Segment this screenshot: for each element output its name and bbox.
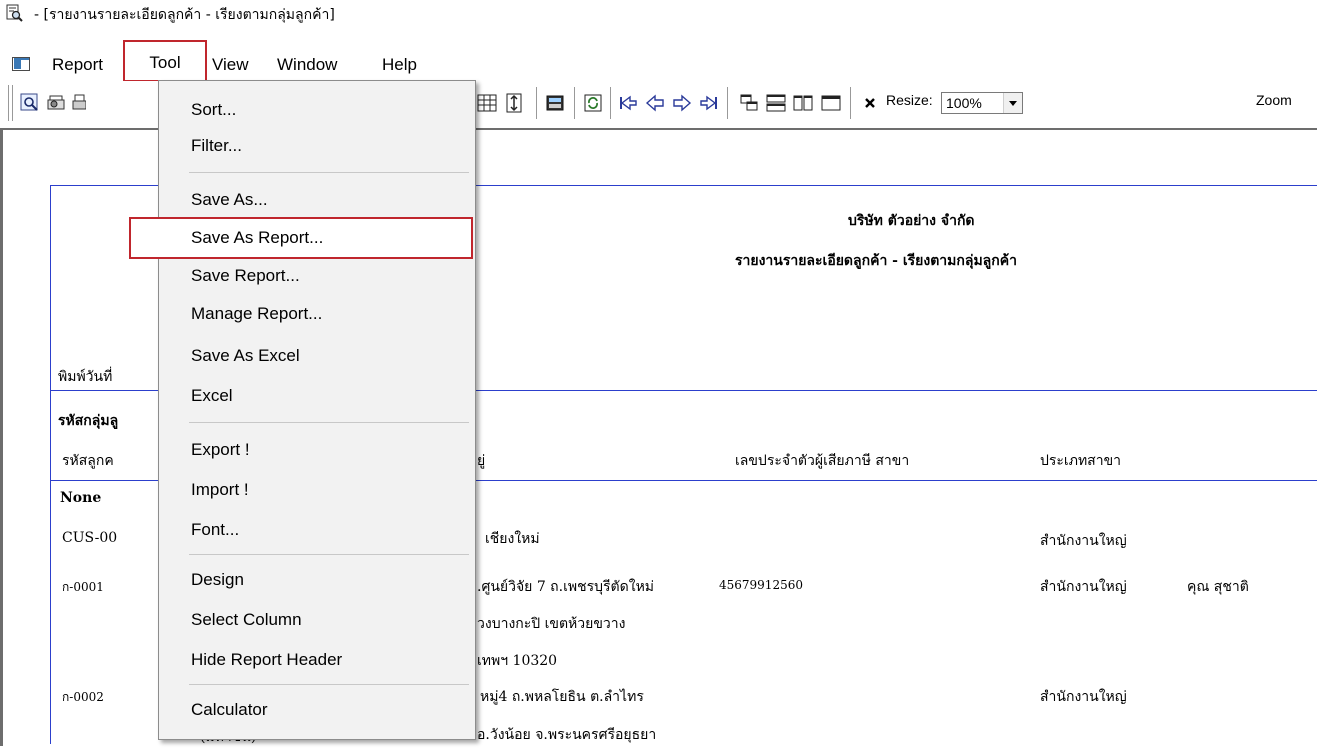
toolbar-separator xyxy=(610,87,612,119)
menu-view[interactable]: View xyxy=(212,53,249,77)
print-setup-icon[interactable] xyxy=(46,93,66,113)
toolbar-separator xyxy=(727,87,729,119)
menu-item-font[interactable]: Font... xyxy=(191,517,239,543)
menu-item-save-as-report[interactable]: Save As Report... xyxy=(191,225,323,251)
row-contact: คุณ สุชาติ xyxy=(1187,579,1249,595)
toolbar-separator xyxy=(574,87,576,119)
col-customer-code: รหัสลูกค xyxy=(62,453,114,469)
print-date-label: พิมพ์วันที่ xyxy=(58,369,113,385)
window-title: - [รายงานรายละเอียดลูกค้า - เรียงตามกลุ่… xyxy=(34,7,335,23)
grid-layout-icon[interactable] xyxy=(477,93,497,113)
menu-item-calculator[interactable]: Calculator xyxy=(191,697,268,723)
tile-horizontal-icon[interactable] xyxy=(766,93,786,113)
row-tax-id: 45679912560 xyxy=(719,578,803,592)
tool-menu-dropdown: Sort... Filter... Save As... Save As Rep… xyxy=(129,80,476,740)
group-code-label: รหัสกลุ่มลู xyxy=(58,413,119,429)
next-page-icon[interactable] xyxy=(672,93,692,113)
row-branch-type: สำนักงานใหญ่ xyxy=(1040,579,1127,595)
row-address: เชียงใหม่ xyxy=(485,531,540,547)
resize-dropdown[interactable]: 100% xyxy=(941,92,1023,114)
menu-item-design[interactable]: Design xyxy=(191,567,244,593)
calculator-icon[interactable] xyxy=(545,93,565,113)
menu-tool[interactable]: Tool xyxy=(123,40,207,82)
menu-report[interactable]: Report xyxy=(52,53,103,77)
menu-help[interactable]: Help xyxy=(382,53,417,77)
group-none: None xyxy=(60,490,102,506)
row-branch-type: สำนักงานใหญ่ xyxy=(1040,689,1127,705)
toolbar-separator xyxy=(850,87,852,119)
menu-item-save-report[interactable]: Save Report... xyxy=(191,263,300,289)
refresh-icon[interactable] xyxy=(583,93,603,113)
toolbar-separator xyxy=(536,87,538,119)
cascade-windows-icon[interactable] xyxy=(739,93,759,113)
menu-item-export[interactable]: Export ! xyxy=(191,437,250,463)
menu-item-import[interactable]: Import ! xyxy=(191,477,249,503)
fit-height-icon[interactable] xyxy=(504,93,524,113)
menu-item-select-column[interactable]: Select Column xyxy=(191,607,302,633)
menu-window[interactable]: Window xyxy=(277,53,337,77)
menu-item-save-as[interactable]: Save As... xyxy=(191,187,268,213)
menu-separator xyxy=(189,172,469,173)
menu-separator xyxy=(189,422,469,423)
maximize-window-icon[interactable] xyxy=(821,93,841,113)
menu-item-filter[interactable]: Filter... xyxy=(191,133,242,159)
report-title: รายงานรายละเอียดลูกค้า - เรียงตามกลุ่มลู… xyxy=(735,253,1017,269)
resize-label: Resize: xyxy=(886,92,933,108)
title-bar: - [รายงานรายละเอียดลูกค้า - เรียงตามกลุ่… xyxy=(0,0,1317,26)
menu-separator xyxy=(189,554,469,555)
last-page-icon[interactable] xyxy=(699,93,719,113)
row-branch-type: สำนักงานใหญ่ xyxy=(1040,533,1127,549)
col-branch-type: ประเภทสาขา xyxy=(1040,453,1122,469)
close-icon[interactable] xyxy=(860,93,880,113)
row-code: ก-0002 xyxy=(62,690,104,704)
menu-separator xyxy=(189,684,469,685)
menu-item-sort[interactable]: Sort... xyxy=(191,97,236,123)
row-code: ก-0001 xyxy=(62,580,104,594)
system-menu-icon[interactable] xyxy=(12,57,30,71)
row-code: CUS-00 xyxy=(62,530,118,546)
previous-page-icon[interactable] xyxy=(645,93,665,113)
zoom-label: Zoom xyxy=(1256,92,1292,108)
printer-icon[interactable] xyxy=(72,93,86,113)
row-address: หมู่4 ถ.พหลโยธิน ต.ลำไทร xyxy=(480,689,644,705)
col-address: ยู่ xyxy=(477,453,486,469)
row-address: เทพฯ 10320 xyxy=(477,653,558,669)
col-tax-id: เลขประจำตัวผู้เสียภาษี สาขา xyxy=(735,453,910,469)
row-address: วงบางกะปิ เขตห้วยขวาง xyxy=(477,616,626,632)
menu-item-save-as-excel[interactable]: Save As Excel xyxy=(191,343,300,369)
row-address: .ศูนย์วิจัย 7 ถ.เพชรบุรีตัดใหม่ xyxy=(477,579,655,595)
company-name: บริษัท ตัวอย่าง จำกัด xyxy=(848,213,975,229)
menu-item-hide-report-header[interactable]: Hide Report Header xyxy=(191,647,342,673)
menu-item-excel[interactable]: Excel xyxy=(191,383,233,409)
row-address: อ.วังน้อย จ.พระนครศรีอยุธยา xyxy=(477,727,657,743)
tile-vertical-icon[interactable] xyxy=(793,93,813,113)
first-page-icon[interactable] xyxy=(618,93,638,113)
resize-value: 100% xyxy=(944,95,984,111)
toolbar-grip[interactable] xyxy=(8,85,13,121)
report-preview-icon xyxy=(6,4,23,22)
menu-item-manage-report[interactable]: Manage Report... xyxy=(191,301,322,327)
chevron-down-icon[interactable] xyxy=(1003,93,1022,113)
preview-icon[interactable] xyxy=(20,93,40,113)
